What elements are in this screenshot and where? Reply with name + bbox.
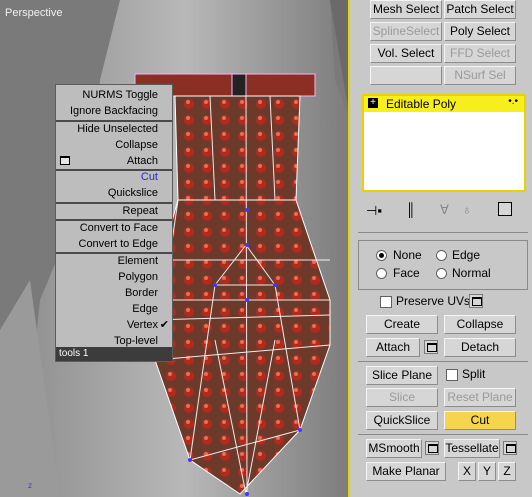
make-planar-button[interactable]: Make Planar: [366, 462, 446, 481]
make-unique-icon[interactable]: ∀: [440, 202, 449, 218]
radio-edge[interactable]: [436, 250, 447, 261]
pin-stack-icon[interactable]: ⊣▪: [366, 203, 382, 219]
collapse-button[interactable]: Collapse: [444, 315, 516, 334]
stack-item-editable-poly[interactable]: + Editable Poly •.•: [364, 96, 524, 112]
align-y-button[interactable]: Y: [478, 462, 496, 481]
menu-item-cut[interactable]: Cut: [56, 169, 172, 185]
menu-item-element[interactable]: Element: [56, 253, 172, 269]
menu-item-edge[interactable]: Edge: [56, 301, 172, 317]
quad-menu: NURMS Toggle Ignore Backfacing Hide Unse…: [55, 84, 173, 362]
slice-plane-button[interactable]: Slice Plane: [366, 366, 438, 385]
remove-modifier-icon[interactable]: ♁: [462, 202, 472, 217]
menu-item-attach[interactable]: Attach: [56, 153, 172, 169]
quickslice-button[interactable]: QuickSlice: [366, 411, 438, 430]
radio-none[interactable]: [376, 250, 387, 261]
menu-item-quickslice[interactable]: Quickslice: [56, 185, 172, 201]
expand-icon[interactable]: +: [368, 98, 378, 108]
sparkle-icon: •.•: [508, 96, 518, 107]
radio-face[interactable]: [376, 268, 387, 279]
selection-group: [358, 240, 528, 290]
msmooth-button[interactable]: MSmooth: [366, 439, 422, 458]
menu-item-convert-to-face[interactable]: Convert to Face: [56, 220, 172, 236]
split-checkbox[interactable]: [446, 369, 458, 381]
patch-select-button[interactable]: Patch Select: [444, 0, 516, 19]
perspective-viewport[interactable]: z Perspective NURMS Toggle Ignore Backfa…: [0, 0, 350, 497]
ffd-select-button[interactable]: FFD Select: [444, 44, 516, 63]
create-button[interactable]: Create: [366, 315, 438, 334]
menu-item-nurms-toggle[interactable]: NURMS Toggle: [56, 87, 172, 103]
preserve-uvs-settings-icon[interactable]: [469, 294, 483, 308]
show-end-result-icon[interactable]: ║: [406, 202, 415, 217]
preserve-uvs-label: Preserve UVs: [396, 294, 471, 308]
attach-settings-icon[interactable]: [424, 340, 438, 354]
quad-menu-title: tools 1: [56, 347, 172, 361]
tessellate-settings-icon[interactable]: [503, 441, 517, 455]
command-panel: Mesh Select Patch Select SplineSelect Po…: [352, 0, 532, 497]
divider: [358, 232, 528, 233]
reset-plane-button[interactable]: Reset Plane: [444, 388, 516, 407]
radio-edge-label: Edge: [452, 248, 481, 262]
tessellate-button[interactable]: Tessellate: [444, 439, 500, 458]
attach-button[interactable]: Attach: [366, 338, 420, 357]
mesh-select-button[interactable]: Mesh Select: [370, 0, 442, 19]
radio-none-label: None: [393, 248, 422, 262]
msmooth-settings-icon[interactable]: [425, 441, 439, 455]
menu-item-repeat[interactable]: Repeat: [56, 203, 172, 219]
align-z-button[interactable]: Z: [498, 462, 516, 481]
divider: [358, 434, 528, 435]
split-label: Split: [462, 367, 486, 381]
detach-button[interactable]: Detach: [444, 338, 516, 357]
stack-item-label: Editable Poly: [386, 97, 457, 111]
preserve-uvs-checkbox[interactable]: [380, 296, 392, 308]
menu-item-vertex-label: Vertex: [126, 319, 158, 331]
divider: [358, 361, 528, 362]
settings-box-icon[interactable]: [60, 156, 70, 165]
empty-modifier-button[interactable]: [370, 66, 442, 85]
radio-normal-label: Normal: [452, 266, 491, 280]
vol-select-button[interactable]: Vol. Select: [370, 44, 442, 63]
svg-text:z: z: [28, 481, 32, 490]
menu-item-hide-unselected[interactable]: Hide Unselected: [56, 121, 172, 137]
radio-normal[interactable]: [436, 268, 447, 279]
nsurf-sel-button[interactable]: NSurf Sel: [444, 66, 516, 85]
align-x-button[interactable]: X: [458, 462, 476, 481]
poly-select-button[interactable]: Poly Select: [444, 22, 516, 41]
menu-item-vertex[interactable]: Vertex ✔: [56, 317, 172, 333]
spline-select-button[interactable]: SplineSelect: [370, 22, 442, 41]
slice-button[interactable]: Slice: [366, 388, 438, 407]
menu-item-polygon[interactable]: Polygon: [56, 269, 172, 285]
cut-button[interactable]: Cut: [444, 411, 516, 430]
viewport-label[interactable]: Perspective: [5, 7, 62, 19]
checkmark-icon: ✔: [159, 319, 169, 331]
menu-item-convert-to-edge[interactable]: Convert to Edge: [56, 236, 172, 252]
menu-item-attach-label: Attach: [126, 155, 158, 167]
menu-item-collapse[interactable]: Collapse: [56, 137, 172, 153]
menu-item-border[interactable]: Border: [56, 285, 172, 301]
configure-sets-icon[interactable]: [498, 202, 512, 216]
menu-item-ignore-backfacing[interactable]: Ignore Backfacing: [56, 103, 172, 119]
tie-mesh: z: [0, 0, 348, 497]
modifier-stack-list[interactable]: + Editable Poly •.•: [362, 94, 526, 192]
radio-face-label: Face: [393, 266, 420, 280]
